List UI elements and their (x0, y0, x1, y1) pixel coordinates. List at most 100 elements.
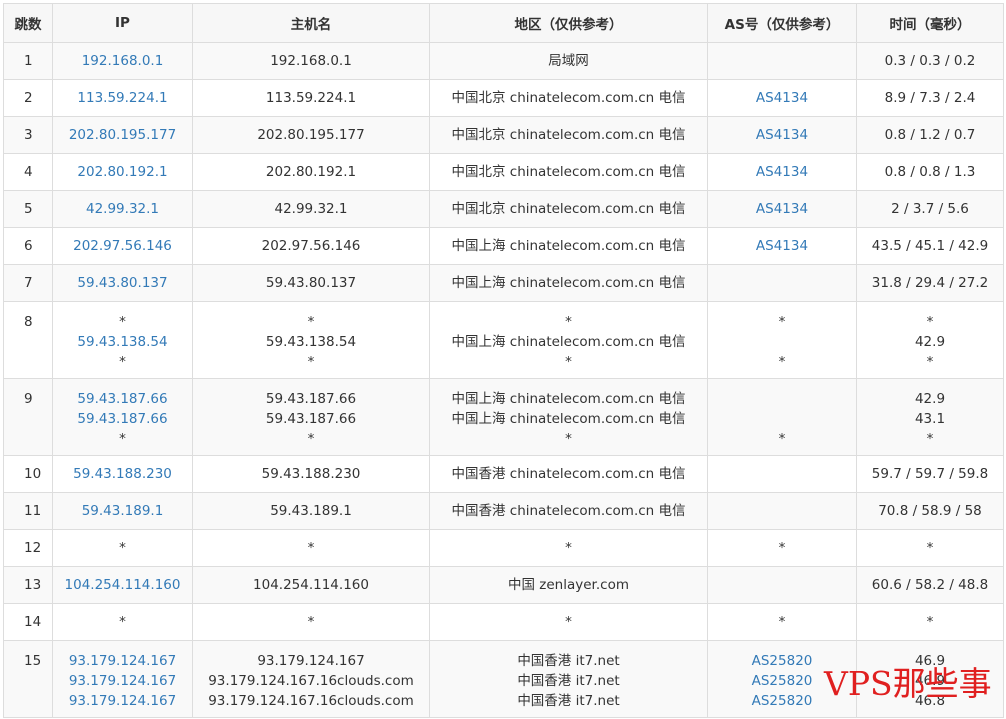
region-cell: * (429, 603, 708, 641)
time-value: 43.5 / 45.1 / 42.9 (871, 238, 989, 254)
host-value: 93.179.124.167 (257, 653, 365, 669)
time-value: * (926, 354, 934, 370)
ip-value-link[interactable]: 59.43.138.54 (53, 332, 192, 352)
host-value: 59.43.80.137 (265, 275, 357, 291)
ip-value-link[interactable]: 93.179.124.167 (53, 651, 192, 671)
ip-value-link[interactable]: 202.80.192.1 (53, 162, 192, 182)
region-value: 中国香港 chinatelecom.com.cn 电信 (451, 466, 686, 482)
region-cell: 中国上海 chinatelecom.com.cn 电信 中国上海 chinatel… (429, 378, 708, 456)
ip-value-link[interactable]: 59.43.188.230 (53, 464, 192, 484)
as-value-link[interactable]: AS4134 (708, 125, 856, 145)
as-cell (707, 492, 857, 530)
ip-value-link[interactable]: 59.43.187.66 (53, 409, 192, 429)
ip-cell: 202.80.192.1 (52, 153, 193, 191)
region-value: 中国 zenlayer.com (508, 577, 629, 593)
ip-value-link[interactable]: 59.43.80.137 (53, 273, 192, 293)
ip-cell: 59.43.187.66 59.43.187.66 * (52, 378, 193, 456)
host-value: * (307, 314, 315, 330)
hop-number: 12 (24, 540, 42, 556)
region-cell: * (429, 529, 708, 567)
as-value: * (778, 540, 786, 556)
time-cell: 2 / 3.7 / 5.6 (856, 190, 1004, 228)
host-value: 59.43.138.54 (265, 334, 357, 350)
host-value: 202.80.195.177 (257, 127, 365, 143)
time-value: * (926, 314, 934, 330)
hostname-cell: 59.43.187.66 59.43.187.66 * (192, 378, 430, 456)
as-cell: * * (707, 301, 857, 379)
host-value: * (307, 354, 315, 370)
ip-value-link[interactable]: 202.97.56.146 (53, 236, 192, 256)
hop-number: 10 (24, 466, 42, 482)
time-value: * (926, 614, 934, 630)
hostname-cell: * 59.43.138.54 * (192, 301, 430, 379)
host-value: 59.43.188.230 (261, 466, 361, 482)
as-cell: AS4134 (707, 227, 857, 265)
hostname-cell: 59.43.188.230 (192, 455, 430, 493)
as-value (708, 464, 856, 484)
as-value (708, 273, 856, 293)
ip-value-link[interactable]: 113.59.224.1 (53, 88, 192, 108)
table-body: 1 192.168.0.1 192.168.0.1 局域网 0.3 / 0.3 / 0.… (3, 42, 1004, 718)
hop-cell: 8 (3, 301, 53, 379)
ip-value-link[interactable]: 42.99.32.1 (53, 199, 192, 219)
hop-number: 2 (24, 90, 33, 106)
region-value: 中国北京 chinatelecom.com.cn 电信 (451, 201, 686, 217)
as-value-link[interactable]: AS4134 (708, 162, 856, 182)
host-value: 104.254.114.160 (253, 577, 369, 593)
as-value-link[interactable]: AS4134 (708, 88, 856, 108)
col-header-as: AS号（仅供参考） (707, 3, 857, 43)
ip-value-link[interactable]: 202.80.195.177 (53, 125, 192, 145)
table-row: 6 202.97.56.146 202.97.56.146 中国上海 chinatel… (3, 227, 1004, 265)
as-value-link[interactable]: AS4134 (708, 236, 856, 256)
region-cell: 中国香港 chinatelecom.com.cn 电信 (429, 492, 708, 530)
hostname-cell: 42.99.32.1 (192, 190, 430, 228)
ip-value-link[interactable]: 93.179.124.167 (53, 691, 192, 711)
region-cell: * 中国上海 chinatelecom.com.cn 电信 * (429, 301, 708, 379)
region-cell: 局域网 (429, 42, 708, 80)
hop-number: 3 (24, 127, 33, 143)
region-value: 中国香港 it7.net (517, 693, 620, 709)
hop-cell: 9 (3, 378, 53, 456)
as-cell (707, 566, 857, 604)
region-value: 局域网 (548, 53, 589, 69)
region-value: 中国北京 chinatelecom.com.cn 电信 (451, 164, 686, 180)
ip-value: * (119, 314, 126, 330)
time-cell: * (856, 603, 1004, 641)
region-value: 中国上海 chinatelecom.com.cn 电信 (451, 275, 686, 291)
hop-cell: 6 (3, 227, 53, 265)
as-cell (707, 455, 857, 493)
as-cell: AS4134 (707, 116, 857, 154)
hop-cell: 4 (3, 153, 53, 191)
region-value: 中国上海 chinatelecom.com.cn 电信 (451, 391, 686, 407)
table-row: 1 192.168.0.1 192.168.0.1 局域网 0.3 / 0.3 / 0.… (3, 42, 1004, 80)
table-row: 7 59.43.80.137 59.43.80.137 中国上海 chinatelec… (3, 264, 1004, 302)
traceroute-table: 跳数 IP 主机名 地区（仅供参考） AS号（仅供参考） 时间（毫秒） 1 192… (3, 3, 1004, 718)
region-value: 中国香港 it7.net (517, 673, 620, 689)
host-value: 59.43.189.1 (270, 503, 352, 519)
hostname-cell: 59.43.189.1 (192, 492, 430, 530)
ip-value-link[interactable]: 59.43.187.66 (53, 389, 192, 409)
region-value: 中国北京 chinatelecom.com.cn 电信 (451, 90, 686, 106)
time-value: 70.8 / 58.9 / 58 (878, 503, 982, 519)
ip-cell: 192.168.0.1 (52, 42, 193, 80)
time-cell: 0.8 / 1.2 / 0.7 (856, 116, 1004, 154)
ip-value-link[interactable]: 192.168.0.1 (53, 51, 192, 71)
hostname-cell: 104.254.114.160 (192, 566, 430, 604)
region-value: * (565, 614, 572, 630)
ip-value-link[interactable]: 104.254.114.160 (53, 575, 192, 595)
host-value: 93.179.124.167.16clouds.com (208, 673, 414, 689)
hostname-cell: 202.97.56.146 (192, 227, 430, 265)
ip-value-link[interactable]: 59.43.189.1 (53, 501, 192, 521)
col-header-hop: 跳数 (3, 3, 53, 43)
ip-value-link[interactable]: 93.179.124.167 (53, 671, 192, 691)
as-value (708, 332, 856, 352)
host-value: 59.43.187.66 (265, 391, 357, 407)
hop-cell: 13 (3, 566, 53, 604)
as-value-link[interactable]: AS4134 (708, 199, 856, 219)
time-cell: 60.6 / 58.2 / 48.8 (856, 566, 1004, 604)
region-cell: 中国上海 chinatelecom.com.cn 电信 (429, 264, 708, 302)
hostname-cell: 113.59.224.1 (192, 79, 430, 117)
hop-number: 5 (24, 201, 33, 217)
region-cell: 中国上海 chinatelecom.com.cn 电信 (429, 227, 708, 265)
ip-cell: 202.80.195.177 (52, 116, 193, 154)
